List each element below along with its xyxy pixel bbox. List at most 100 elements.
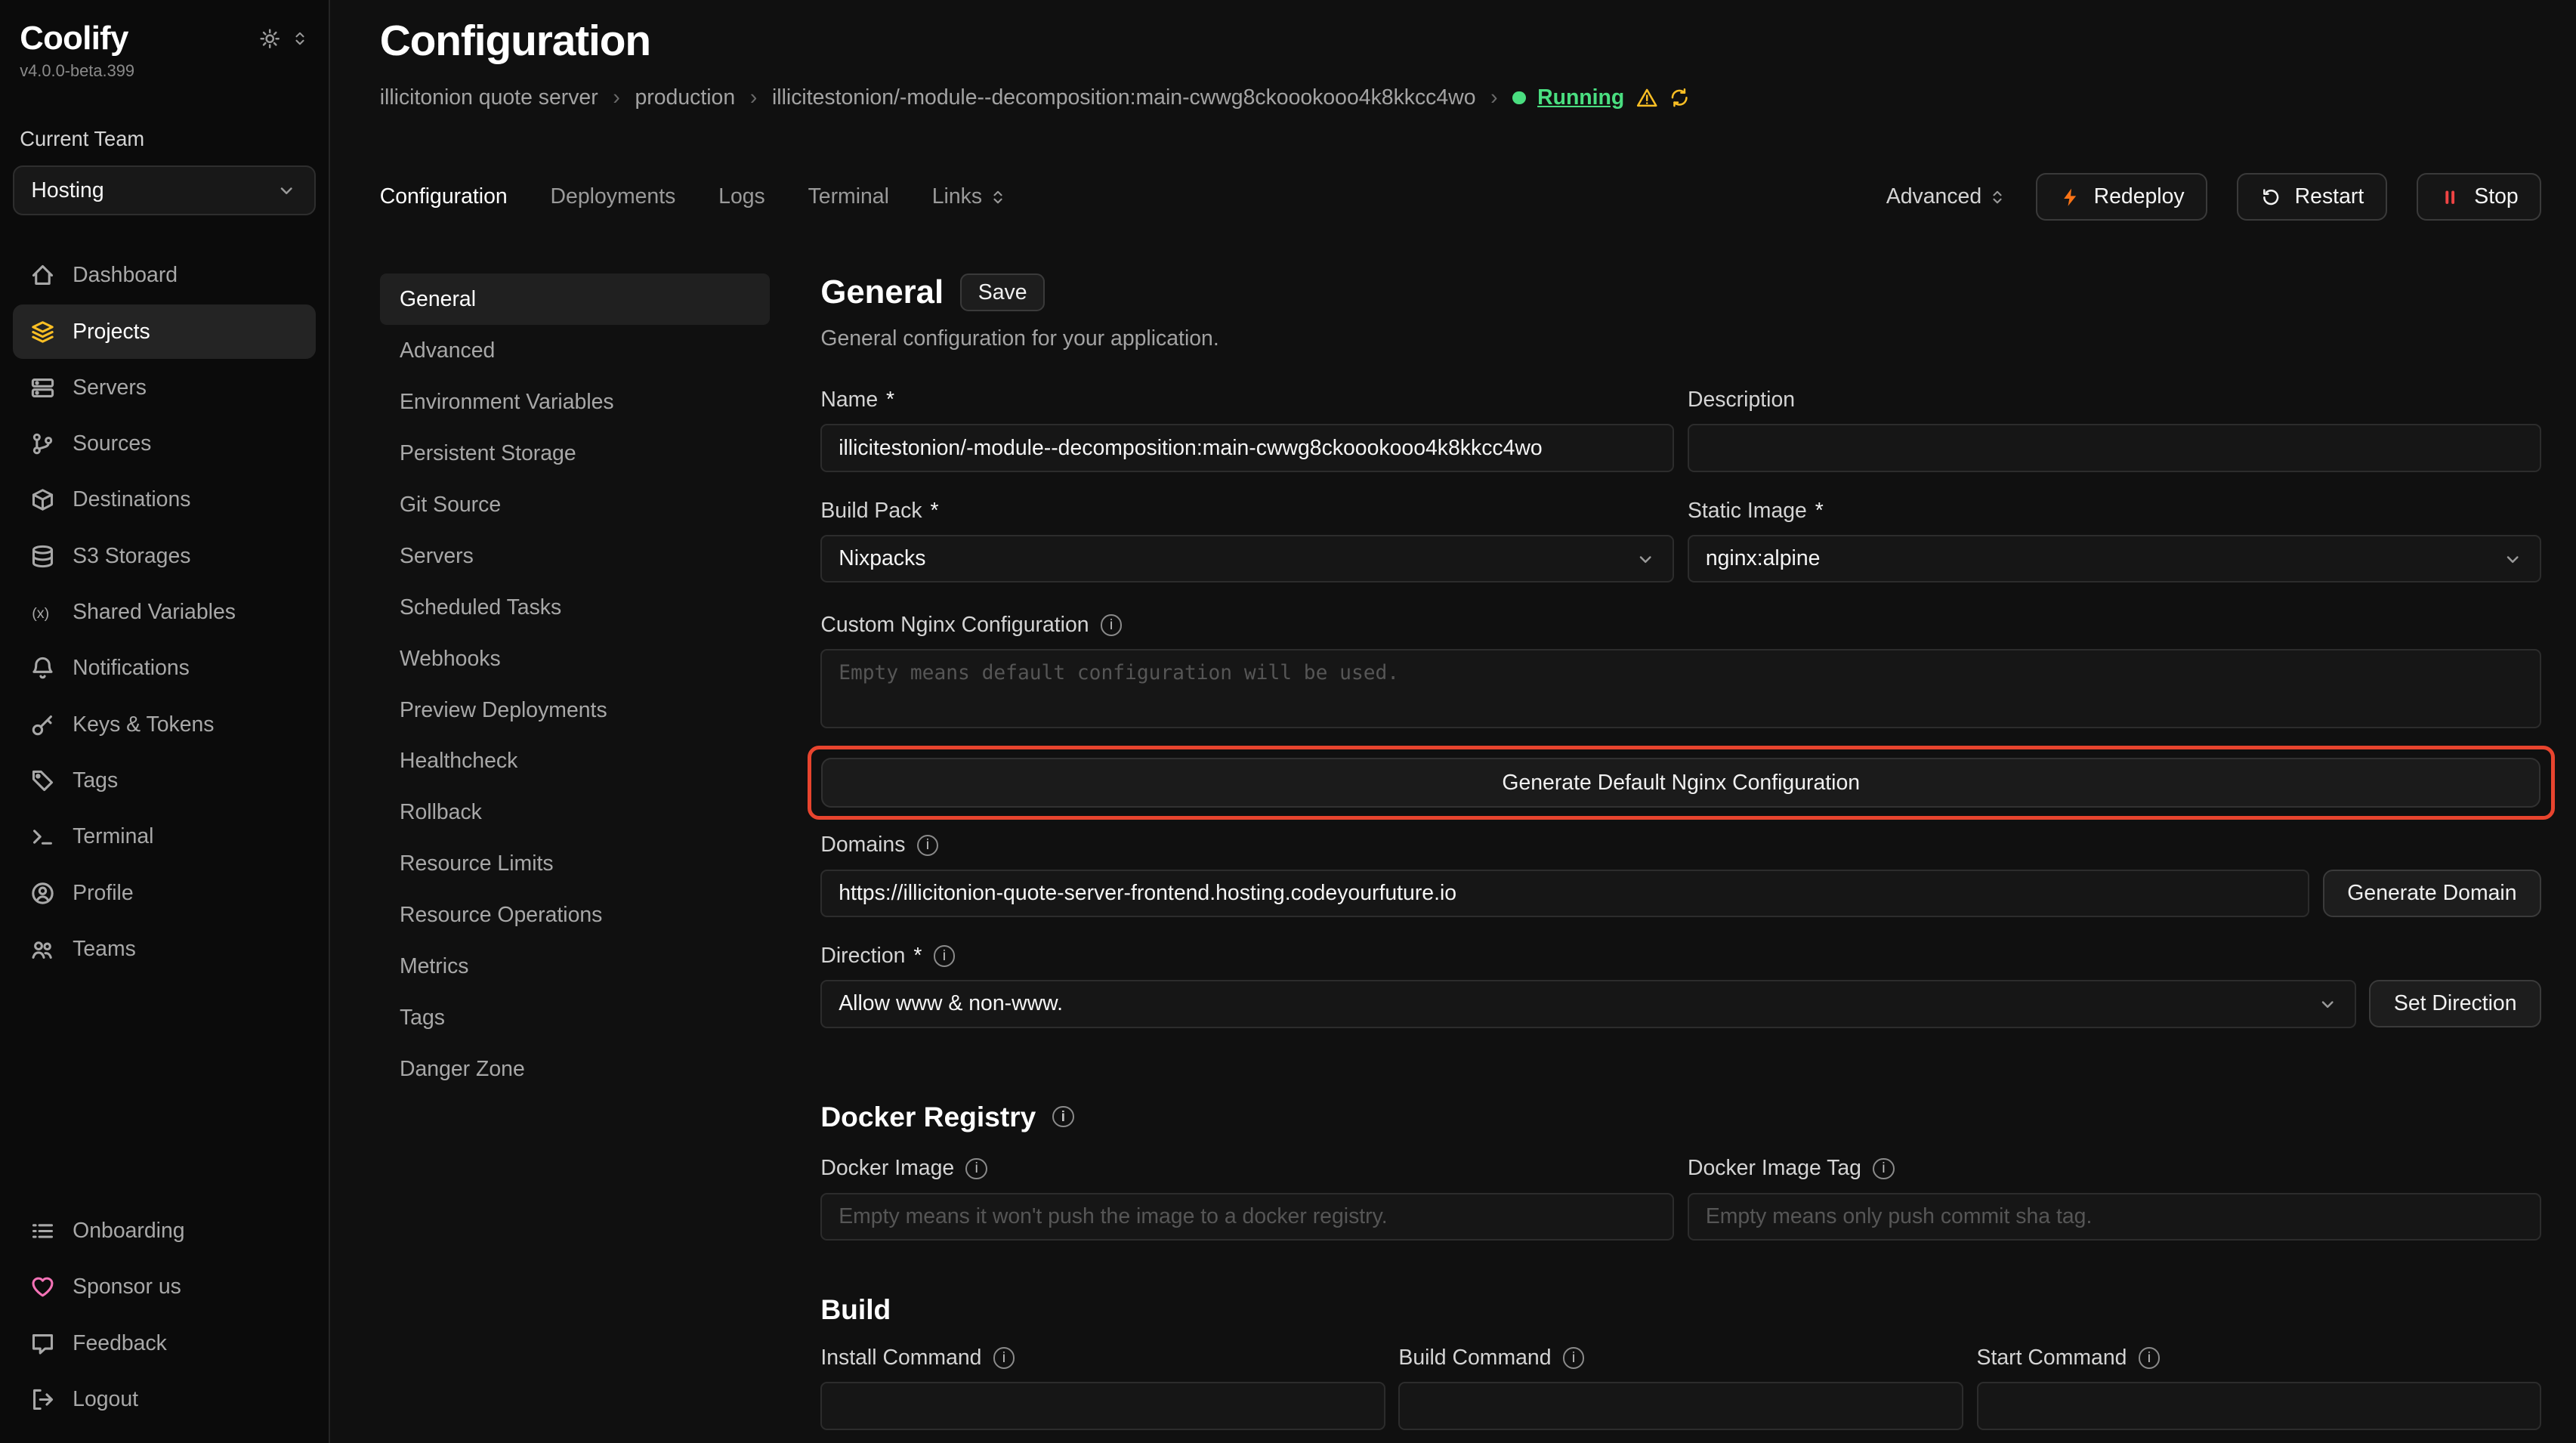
sidebar-item-logout[interactable]: Logout — [13, 1373, 315, 1427]
info-icon[interactable] — [965, 1158, 987, 1179]
sidebar-item-feedback[interactable]: Feedback — [13, 1316, 315, 1370]
brand-logo: Coolify — [20, 20, 128, 57]
generate-domain-button[interactable]: Generate Domain — [2323, 870, 2541, 917]
direction-label: Direction — [820, 944, 905, 969]
tab-terminal[interactable]: Terminal — [808, 184, 889, 209]
description-label: Description — [1688, 388, 1795, 413]
subnav-tags[interactable]: Tags — [380, 993, 770, 1044]
sidebar-footer: Onboarding Sponsor us Feedback Logout — [13, 1204, 315, 1427]
status-label[interactable]: Running — [1537, 85, 1624, 110]
home-icon — [29, 262, 56, 289]
subnav-rollback[interactable]: Rollback — [380, 787, 770, 839]
subnav-preview-deployments[interactable]: Preview Deployments — [380, 684, 770, 736]
warning-icon[interactable] — [1636, 87, 1657, 108]
sidebar-item-servers[interactable]: Servers — [13, 360, 315, 415]
info-icon[interactable] — [1873, 1158, 1894, 1179]
status-dot — [1512, 91, 1525, 104]
subnav-general[interactable]: General — [380, 273, 770, 325]
sidebar-item-tags[interactable]: Tags — [13, 753, 315, 808]
breadcrumb-project[interactable]: illicitonion quote server — [380, 85, 598, 110]
sidebar-item-destinations[interactable]: Destinations — [13, 473, 315, 527]
subnav-environment-variables[interactable]: Environment Variables — [380, 376, 770, 428]
subnav-danger-zone[interactable]: Danger Zone — [380, 1044, 770, 1095]
build-pack-select[interactable]: Nixpacks — [820, 535, 1674, 582]
tab-links[interactable]: Links — [932, 184, 1007, 209]
team-select-value: Hosting — [31, 178, 103, 203]
sidebar-item-teams[interactable]: Teams — [13, 922, 315, 976]
direction-select[interactable]: Allow www & non-www. — [820, 980, 2355, 1027]
subnav-resource-operations[interactable]: Resource Operations — [380, 890, 770, 941]
tab-deployments[interactable]: Deployments — [551, 184, 676, 209]
action-bar: Advanced Redeploy Restart Stop — [1886, 173, 2541, 221]
set-direction-button[interactable]: Set Direction — [2369, 980, 2541, 1027]
docker-image-label: Docker Image — [820, 1156, 954, 1181]
description-input[interactable] — [1688, 424, 2541, 471]
sidebar-item-keys-tokens[interactable]: Keys & Tokens — [13, 697, 315, 752]
info-icon[interactable] — [917, 835, 938, 856]
subnav-webhooks[interactable]: Webhooks — [380, 633, 770, 684]
sidebar-item-sources[interactable]: Sources — [13, 417, 315, 471]
sidebar: Coolify v4.0.0-beta.399 Current Team Hos… — [0, 0, 330, 1443]
sidebar-item-label: Sponsor us — [73, 1275, 181, 1299]
breadcrumb-environment[interactable]: production — [613, 85, 735, 110]
subnav-healthcheck[interactable]: Healthcheck — [380, 736, 770, 787]
docker-image-tag-input[interactable] — [1688, 1193, 2541, 1241]
docker-registry-heading: Docker Registry — [820, 1101, 2541, 1133]
install-command-input[interactable] — [820, 1382, 1385, 1429]
sidebar-item-dashboard[interactable]: Dashboard — [13, 249, 315, 303]
box-icon — [29, 487, 56, 513]
subnav-resource-limits[interactable]: Resource Limits — [380, 839, 770, 890]
sidebar-item-sponsor-us[interactable]: Sponsor us — [13, 1260, 315, 1315]
name-input[interactable] — [820, 424, 1674, 471]
sidebar-item-notifications[interactable]: Notifications — [13, 641, 315, 696]
sidebar-item-onboarding[interactable]: Onboarding — [13, 1204, 315, 1259]
info-icon[interactable] — [2139, 1347, 2160, 1368]
nginx-config-textarea[interactable] — [820, 649, 2541, 728]
subnav-metrics[interactable]: Metrics — [380, 941, 770, 993]
advanced-dropdown[interactable]: Advanced — [1886, 184, 2006, 209]
selector-icon[interactable] — [291, 29, 309, 48]
build-title: Build — [820, 1293, 891, 1326]
static-image-select[interactable]: nginx:alpine — [1688, 535, 2541, 582]
info-icon[interactable] — [934, 945, 955, 966]
tab-logs[interactable]: Logs — [718, 184, 765, 209]
key-icon — [29, 712, 56, 738]
info-icon[interactable] — [1101, 614, 1122, 635]
selector-icon — [1988, 188, 2006, 206]
info-icon[interactable] — [1563, 1347, 1584, 1368]
sidebar-item-shared-variables[interactable]: (x) Shared Variables — [13, 585, 315, 639]
start-command-input[interactable] — [1977, 1382, 2542, 1429]
generate-nginx-config-button[interactable]: Generate Default Nginx Configuration — [821, 758, 2541, 808]
sidebar-item-s3-storages[interactable]: S3 Storages — [13, 529, 315, 583]
breadcrumb-application[interactable]: illicitestonion/-module--decomposition:m… — [750, 85, 1476, 110]
sun-icon[interactable] — [259, 28, 280, 49]
subnav-scheduled-tasks[interactable]: Scheduled Tasks — [380, 582, 770, 633]
start-command-label: Start Command — [1977, 1346, 2127, 1370]
info-icon[interactable] — [1052, 1106, 1073, 1127]
subnav-servers[interactable]: Servers — [380, 530, 770, 582]
sidebar-item-profile[interactable]: Profile — [13, 866, 315, 920]
docker-image-input[interactable] — [820, 1193, 1674, 1241]
redeploy-button[interactable]: Redeploy — [2036, 173, 2207, 221]
stop-button[interactable]: Stop — [2417, 173, 2541, 221]
general-form: General Save General configuration for y… — [820, 273, 2541, 1443]
refresh-icon[interactable] — [1669, 87, 1690, 108]
restart-button[interactable]: Restart — [2237, 173, 2386, 221]
save-button[interactable]: Save — [960, 273, 1045, 311]
tag-icon — [29, 768, 56, 794]
static-image-field: Static Image * nginx:alpine — [1688, 499, 2541, 583]
docker-image-tag-field: Docker Image Tag — [1688, 1156, 2541, 1241]
sidebar-item-terminal[interactable]: Terminal — [13, 810, 315, 864]
subnav-git-source[interactable]: Git Source — [380, 479, 770, 530]
team-select[interactable]: Hosting — [13, 165, 315, 215]
subnav-advanced[interactable]: Advanced — [380, 325, 770, 376]
domains-input[interactable] — [820, 870, 2309, 917]
tab-configuration[interactable]: Configuration — [380, 184, 508, 209]
build-command-input[interactable] — [1398, 1382, 1963, 1429]
info-icon[interactable] — [993, 1347, 1015, 1368]
subnav-persistent-storage[interactable]: Persistent Storage — [380, 428, 770, 479]
sidebar-item-label: Profile — [73, 881, 134, 906]
sidebar-item-projects[interactable]: Projects — [13, 304, 315, 359]
pause-icon — [2439, 187, 2460, 208]
terminal-icon — [29, 823, 56, 850]
